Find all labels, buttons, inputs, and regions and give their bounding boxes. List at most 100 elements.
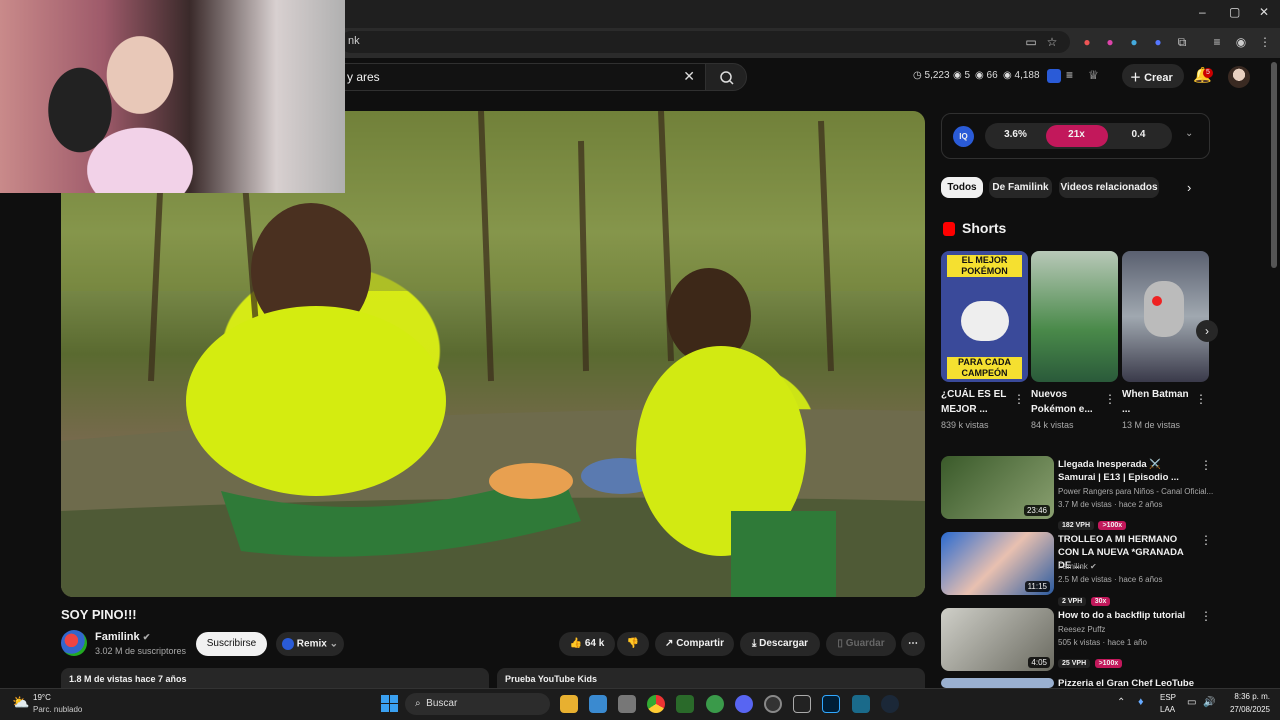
windows-start-icon[interactable] xyxy=(381,695,398,712)
weather-icon[interactable]: ⛅ xyxy=(12,694,29,711)
short-thumbnail[interactable]: EL MEJOR POKÉMON PARA CADA CAMPEÓN xyxy=(941,251,1028,382)
settings-icon[interactable] xyxy=(618,695,636,713)
windows-taskbar xyxy=(0,688,1280,720)
download-button[interactable]: ⤓ Descargar xyxy=(740,632,820,656)
app-icon[interactable] xyxy=(589,695,607,713)
obs-icon[interactable] xyxy=(764,695,782,713)
dislike-button[interactable]: 👎 xyxy=(617,632,649,656)
extension-icon[interactable]: ● xyxy=(1127,35,1141,49)
iq-extension-icon[interactable] xyxy=(1047,69,1061,83)
channel-name[interactable]: Familink ✔ xyxy=(95,631,150,643)
chip-all[interactable]: Todos xyxy=(941,177,983,198)
related-thumbnail[interactable]: 23:46 xyxy=(941,456,1054,519)
short-thumbnail[interactable] xyxy=(1031,251,1118,382)
trophy-icon[interactable]: ♕ xyxy=(1088,68,1099,82)
like-count: 64 k xyxy=(584,638,605,649)
related-channel[interactable]: Reesez Puffz xyxy=(1058,624,1105,636)
chevron-right-icon[interactable]: › xyxy=(1187,180,1191,195)
chip-related[interactable]: Videos relacionados xyxy=(1059,177,1159,198)
more-vert-icon[interactable]: ⋮ xyxy=(1200,533,1212,547)
related-thumbnail[interactable]: 4:05 xyxy=(941,608,1054,671)
taskbar-search[interactable]: ⌕ Buscar xyxy=(405,693,550,715)
related-meta: 3.7 M de vistas · hace 2 años xyxy=(1058,500,1163,509)
steam-icon[interactable] xyxy=(881,695,899,713)
maximize-button[interactable]: ▢ xyxy=(1229,5,1240,19)
shorts-next-button[interactable]: › xyxy=(1196,320,1218,342)
save-button[interactable]: ▯ Guardar xyxy=(826,632,896,656)
more-vert-icon[interactable]: ⋮ xyxy=(1195,392,1207,406)
list-icon[interactable]: ≡ xyxy=(1066,68,1073,82)
extension-icon[interactable]: ● xyxy=(1151,35,1165,49)
weather-temp[interactable]: 19°C xyxy=(33,693,51,702)
stat-value: 4,188 xyxy=(1014,70,1040,81)
remix-button[interactable]: Remix ⌄ xyxy=(276,632,344,656)
like-button[interactable]: 👍 64 k xyxy=(559,632,615,656)
multiplier-tag: >100x xyxy=(1098,521,1127,530)
short-thumbnail[interactable] xyxy=(1122,251,1209,382)
app-icon[interactable] xyxy=(852,695,870,713)
volume-icon[interactable]: 🔊 xyxy=(1203,697,1215,708)
network-icon[interactable]: ▭ xyxy=(1187,697,1196,708)
chevron-down-icon[interactable]: ⌄ xyxy=(1185,128,1193,139)
minecraft-icon[interactable] xyxy=(676,695,694,713)
short-title[interactable]: ¿CUÁL ES EL MEJOR ... xyxy=(941,387,1011,417)
vph-tag: 2 VPH xyxy=(1058,597,1087,606)
share-button[interactable]: ↗ Compartir xyxy=(655,632,734,656)
short-views: 839 k vistas xyxy=(941,420,989,430)
chrome-icon[interactable] xyxy=(647,695,665,713)
media-icon[interactable]: ≡ xyxy=(1210,35,1224,49)
file-explorer-icon[interactable] xyxy=(560,695,578,713)
search-input[interactable]: y ares ✕ xyxy=(330,63,705,91)
more-actions-button[interactable]: ⋯ xyxy=(901,632,925,656)
related-title[interactable]: How to do a backflip tutorial xyxy=(1058,609,1198,622)
discord-icon[interactable] xyxy=(735,695,753,713)
related-channel[interactable]: Power Rangers para Niños - Canal Oficial… xyxy=(1058,486,1213,498)
channel-avatar[interactable] xyxy=(61,630,87,656)
puzzle-icon[interactable]: ⧉ xyxy=(1175,35,1189,49)
description-box[interactable]: 1.8 M de vistas hace 7 años xyxy=(61,668,489,690)
scrollbar[interactable] xyxy=(1271,62,1277,268)
related-thumbnail[interactable] xyxy=(941,678,1054,688)
clock-date[interactable]: 27/08/2025 xyxy=(1219,705,1270,714)
duration: 11:15 xyxy=(1024,581,1050,592)
search-button[interactable] xyxy=(705,63,747,91)
menu-icon[interactable]: ⋮ xyxy=(1258,35,1272,49)
more-vert-icon[interactable]: ⋮ xyxy=(1200,609,1212,623)
search-icon xyxy=(720,71,734,85)
photoshop-icon[interactable] xyxy=(822,695,840,713)
cast-icon[interactable]: ▭ xyxy=(1024,35,1038,49)
short-title[interactable]: Nuevos Pokémon e... xyxy=(1031,387,1101,417)
related-title[interactable]: Llegada Inesperada ⚔️ Samurai | E13 | Ep… xyxy=(1058,458,1198,484)
tray-chevron-icon[interactable]: ⌃ xyxy=(1117,697,1125,708)
short-overlay-text: EL MEJOR POKÉMON xyxy=(947,255,1022,277)
youtube-kids-promo[interactable]: Prueba YouTube Kids xyxy=(497,668,925,690)
clear-search-icon[interactable]: ✕ xyxy=(683,68,695,85)
subscribe-button[interactable]: Suscribirse xyxy=(196,632,267,656)
close-window-button[interactable]: ✕ xyxy=(1259,5,1269,19)
chip-channel[interactable]: De Familink xyxy=(989,177,1052,198)
related-channel[interactable]: Familink ✔ xyxy=(1058,561,1097,573)
video-title: SOY PINO!!! xyxy=(61,607,137,622)
more-vert-icon[interactable]: ⋮ xyxy=(1104,392,1116,406)
minimize-button[interactable]: – xyxy=(1199,5,1206,19)
language-indicator-2[interactable]: LAA xyxy=(1160,705,1175,714)
tray-app-icon[interactable]: ♦ xyxy=(1138,696,1144,708)
windows-logo xyxy=(381,695,398,712)
xbox-icon[interactable] xyxy=(706,695,724,713)
more-vert-icon[interactable]: ⋮ xyxy=(1200,458,1212,472)
related-channel-text: Familink xyxy=(1058,562,1088,571)
language-indicator[interactable]: ESP xyxy=(1160,693,1176,702)
profile-icon[interactable]: ◉ xyxy=(1234,35,1248,49)
create-button[interactable]: ＋ Crear xyxy=(1122,64,1184,88)
extension-icon[interactable]: ● xyxy=(1103,35,1117,49)
bookmark-star-icon[interactable]: ☆ xyxy=(1045,35,1059,49)
related-thumbnail[interactable]: 11:15 xyxy=(941,532,1054,595)
duration: 4:05 xyxy=(1028,657,1050,668)
clock-time[interactable]: 8:36 p. m. xyxy=(1226,692,1270,701)
account-avatar[interactable] xyxy=(1228,66,1250,88)
short-title[interactable]: When Batman ... xyxy=(1122,387,1192,417)
address-bar[interactable]: nk xyxy=(340,31,1070,53)
capcut-icon[interactable] xyxy=(793,695,811,713)
more-vert-icon[interactable]: ⋮ xyxy=(1013,392,1025,406)
extension-icon[interactable]: ● xyxy=(1080,35,1094,49)
